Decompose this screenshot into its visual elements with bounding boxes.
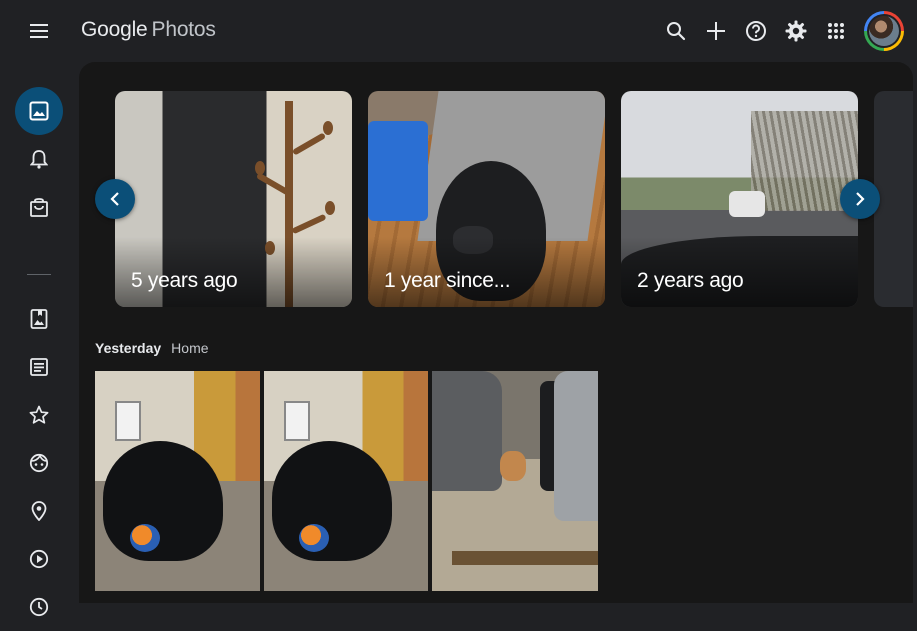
location-link[interactable]: Home: [171, 340, 208, 356]
carousel-previous-button[interactable]: [95, 179, 135, 219]
chevron-right-icon: [856, 192, 865, 206]
main-content: 5 years ago 1 year since... 2 years ago …: [79, 62, 913, 603]
google-apps-button[interactable]: [821, 16, 851, 46]
add-icon: [707, 22, 725, 40]
memory-card[interactable]: 2 years ago: [621, 91, 858, 307]
clock-icon: [29, 597, 49, 617]
sidebar-item-people[interactable]: [15, 439, 63, 487]
sidebar: [0, 62, 79, 617]
sidebar-item-documents[interactable]: [15, 343, 63, 391]
photo-thumbnail[interactable]: [95, 371, 260, 591]
sidebar-divider: [27, 274, 51, 275]
date-label: Yesterday: [95, 340, 162, 356]
face-icon: [29, 453, 49, 473]
sidebar-item-places[interactable]: [15, 487, 63, 535]
chevron-left-icon: [110, 192, 119, 206]
avatar-image: [869, 16, 899, 46]
search-icon: [667, 22, 686, 41]
document-icon: [30, 358, 48, 376]
main-menu-button[interactable]: [25, 17, 53, 45]
menu-icon: [30, 24, 48, 38]
account-avatar[interactable]: [864, 11, 904, 51]
photo-thumbnail[interactable]: [432, 371, 598, 591]
memory-label: 2 years ago: [637, 269, 744, 292]
location-pin-icon: [31, 501, 47, 521]
bell-icon: [30, 150, 48, 169]
star-icon: [29, 405, 49, 424]
play-circle-icon: [29, 549, 49, 569]
memory-card[interactable]: 5 years ago: [115, 91, 352, 307]
apps-grid-icon: [828, 23, 844, 39]
shopping-bag-icon: [30, 198, 48, 217]
memory-label: 5 years ago: [131, 269, 238, 292]
help-button[interactable]: [741, 16, 771, 46]
sidebar-item-favorites[interactable]: [15, 391, 63, 439]
date-header: Yesterday Home: [95, 340, 209, 356]
google-photos-logo[interactable]: Google Photos: [81, 18, 216, 42]
photo-thumbnail[interactable]: [264, 371, 428, 591]
image-icon: [29, 101, 49, 121]
memory-label: 1 year since...: [384, 269, 511, 292]
sidebar-item-print-store[interactable]: [15, 183, 63, 231]
top-bar: Google Photos: [0, 0, 917, 62]
sidebar-item-more[interactable]: [15, 583, 63, 631]
sidebar-item-updates[interactable]: [15, 135, 63, 183]
search-button[interactable]: [661, 16, 691, 46]
help-icon: [746, 21, 766, 41]
memory-card[interactable]: 1 year since...: [368, 91, 605, 307]
sidebar-item-albums[interactable]: [15, 295, 63, 343]
settings-button[interactable]: [781, 16, 811, 46]
carousel-next-button[interactable]: [840, 179, 880, 219]
sidebar-item-photos[interactable]: [15, 87, 63, 135]
photo-album-icon: [30, 309, 48, 329]
sidebar-item-videos[interactable]: [15, 535, 63, 583]
add-button[interactable]: [701, 16, 731, 46]
settings-icon: [785, 20, 807, 42]
